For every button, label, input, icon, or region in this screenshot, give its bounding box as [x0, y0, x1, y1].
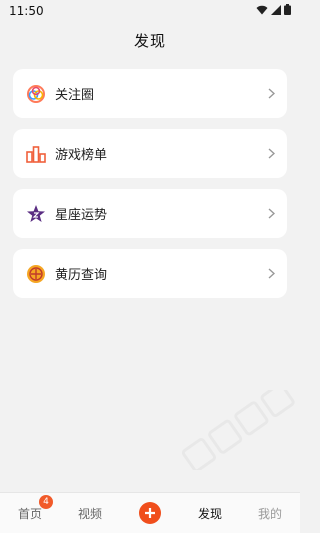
signal-icon	[271, 4, 281, 18]
wifi-icon	[256, 4, 268, 18]
chevron-right-icon	[265, 208, 277, 220]
ranking-icon	[25, 143, 47, 165]
status-bar: 11:50	[0, 0, 300, 22]
status-time: 11:50	[9, 4, 44, 18]
menu-item-label: 星座运势	[55, 208, 108, 223]
star-icon	[25, 203, 47, 225]
menu-item-almanac[interactable]: 黄历查询	[13, 249, 287, 298]
tab-home-label: 首页	[17, 506, 42, 521]
bottom-tab-bar: 首页 4 视频 发现 我的	[0, 492, 300, 533]
menu-item-horoscope[interactable]: 星座运势	[13, 189, 287, 238]
chevron-right-icon	[265, 268, 277, 280]
tab-create[interactable]	[125, 502, 175, 524]
tab-mine-label: 我的	[257, 506, 282, 521]
chevron-right-icon	[265, 88, 277, 100]
tab-home[interactable]: 首页 4	[5, 494, 55, 522]
tab-video-label: 视频	[77, 506, 102, 521]
tab-discover[interactable]: 发现	[185, 505, 235, 522]
tab-discover-label: 发现	[197, 506, 222, 521]
menu-item-label: 黄历查询	[55, 268, 108, 283]
notification-badge: 4	[39, 494, 53, 509]
status-icons	[256, 4, 291, 18]
almanac-icon	[25, 263, 47, 285]
menu-item-follow-circle[interactable]: 关注圈	[13, 69, 287, 118]
menu-item-label: 关注圈	[55, 88, 95, 103]
menu-item-game-ranking[interactable]: 游戏榜单	[13, 129, 287, 178]
watermark	[170, 382, 310, 473]
circles-icon	[25, 83, 47, 105]
tab-video[interactable]: 视频	[65, 505, 115, 522]
battery-icon	[284, 4, 291, 18]
chevron-right-icon	[265, 148, 277, 160]
menu-item-label: 游戏榜单	[55, 148, 108, 163]
page-title: 发现	[133, 32, 166, 50]
plus-icon[interactable]	[139, 502, 161, 524]
tab-mine[interactable]: 我的	[245, 505, 295, 522]
